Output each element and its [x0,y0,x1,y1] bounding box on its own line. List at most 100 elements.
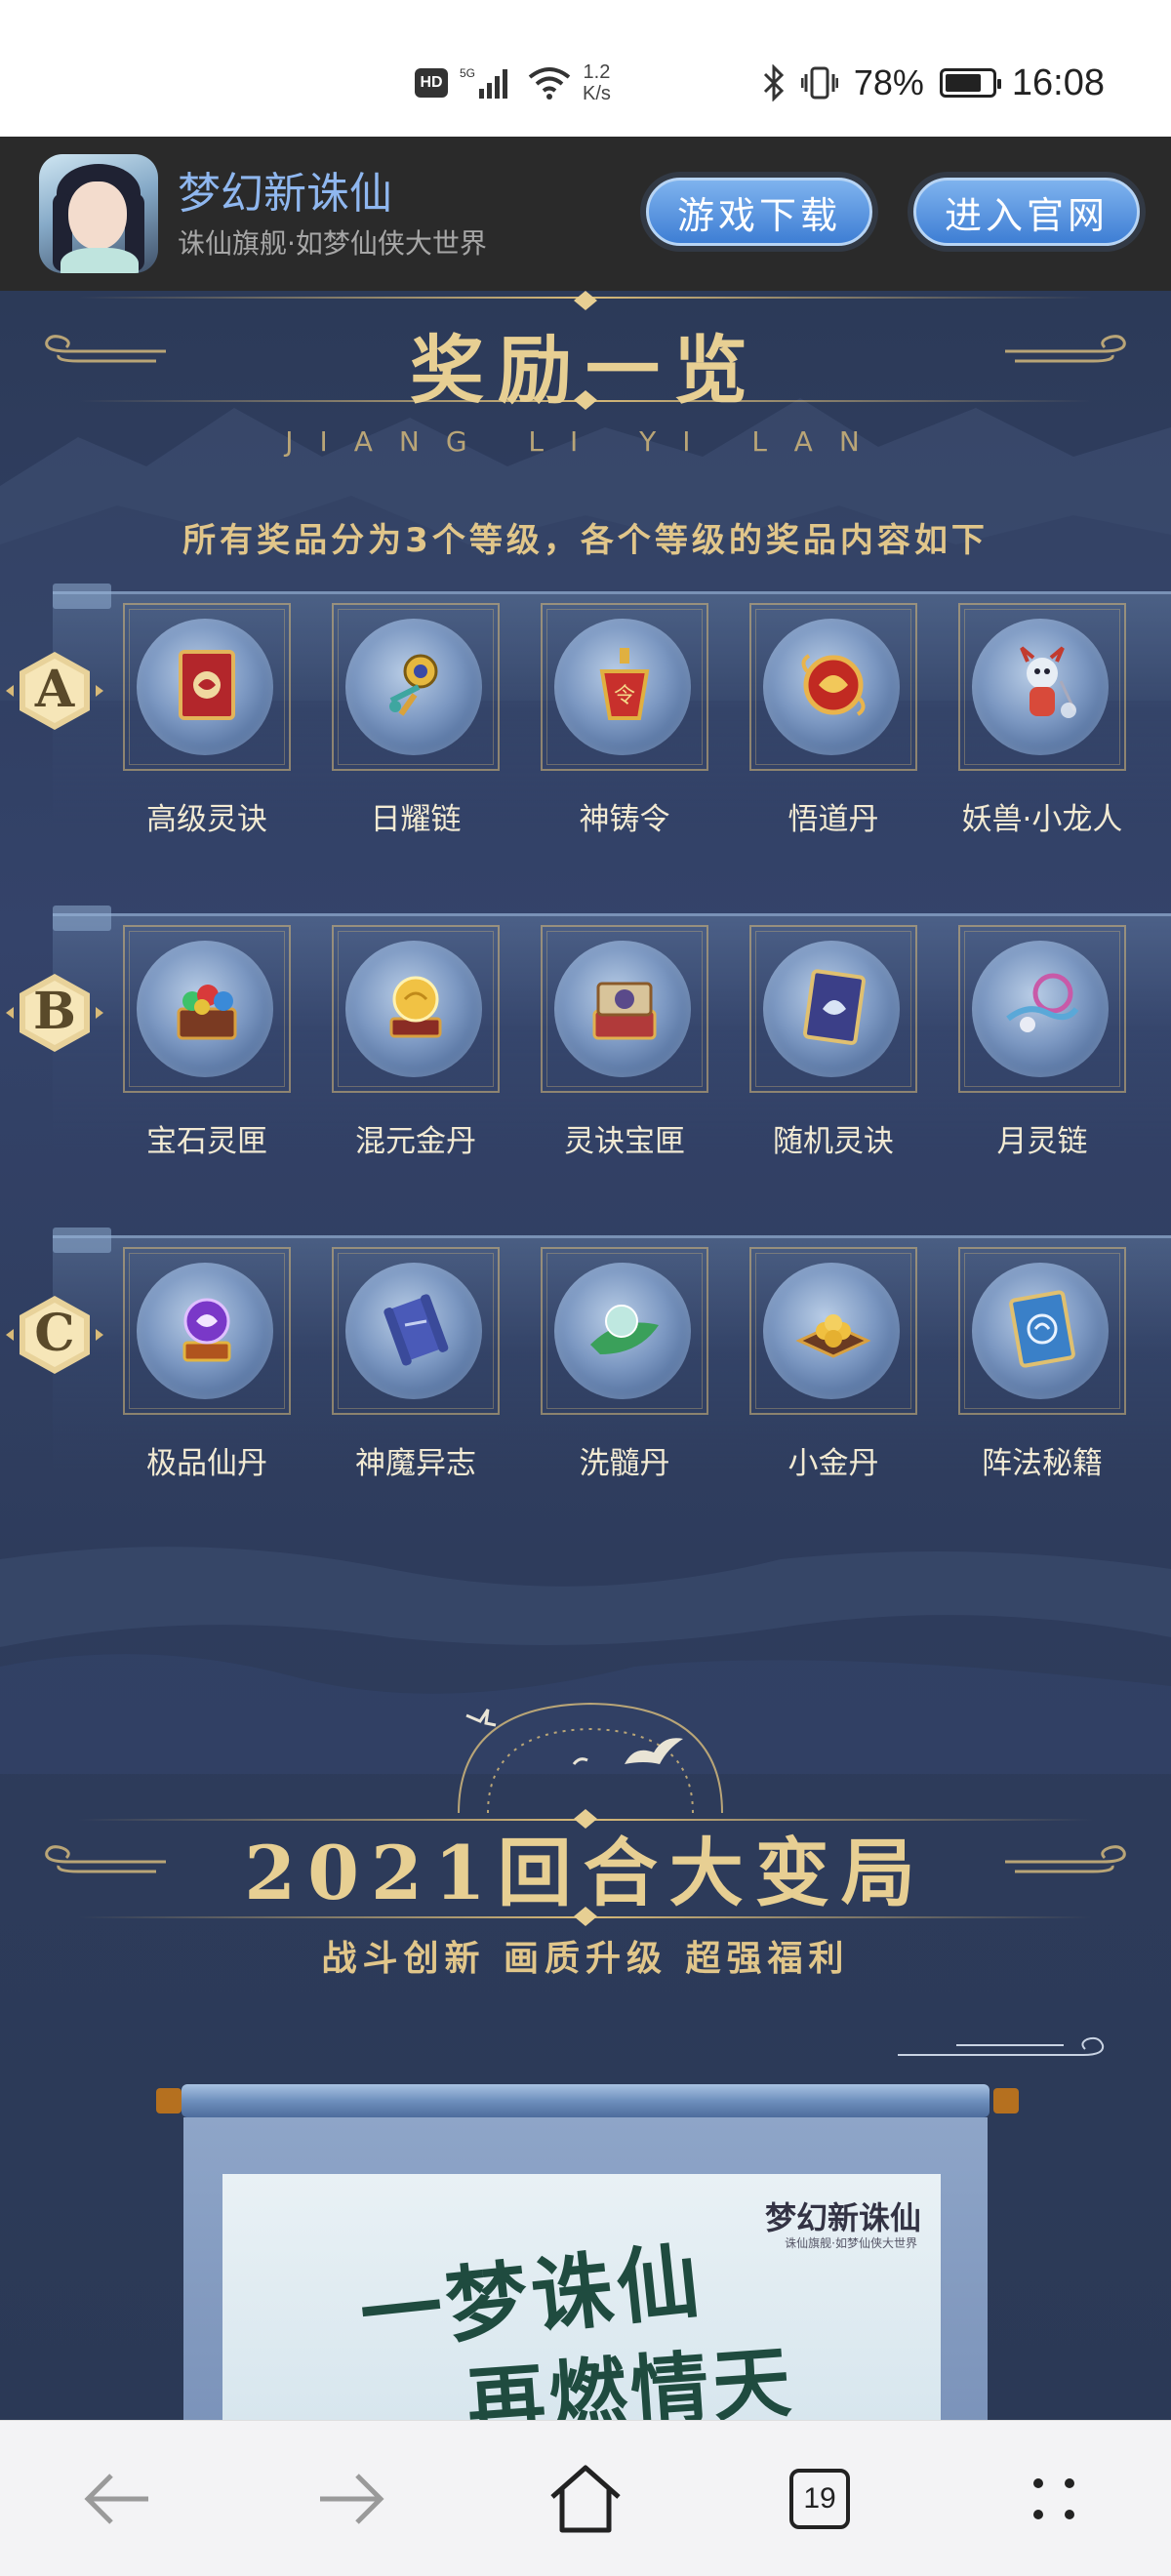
reward-item[interactable]: 宝石灵匣 [119,925,295,1179]
arrow-left-icon [6,1007,14,1019]
reward-item[interactable]: 妖兽·小龙人 [954,603,1130,857]
rewards-title: 奖励一览 [410,327,761,414]
reward-item[interactable]: 令神铸令 [537,603,712,857]
tier-tab [53,1228,111,1253]
array-book-icon [998,1286,1086,1374]
reward-item-label: 灵诀宝匣 [564,1124,685,1159]
arrow-right-icon [320,2474,384,2524]
reward-item-label: 阵法秘籍 [982,1446,1103,1481]
reward-item[interactable]: 月灵链 [954,925,1130,1179]
arrow-left-icon [84,2474,148,2524]
reward-item[interactable]: 随机灵诀 [746,925,921,1179]
book-box-icon [581,964,668,1052]
svg-text:令: 令 [614,684,635,708]
official-site-button[interactable]: 进入官网 [913,178,1140,246]
forward-button[interactable] [293,2440,410,2557]
reward-item-label: 洗髓丹 [579,1446,670,1481]
gold-chain-icon [372,642,460,730]
reward-item-label: 混元金丹 [355,1124,476,1159]
reward-item-label: 月灵链 [996,1124,1088,1159]
battery-fill [945,74,981,92]
reward-item-label: 日耀链 [370,802,462,837]
scroll-rod [182,2084,989,2117]
gem-chest-icon [163,964,251,1052]
reward-item[interactable]: 小金丹 [746,1247,921,1501]
more-dots-icon [1033,2478,1074,2519]
vibrate-icon [800,66,838,100]
svg-text:5G: 5G [460,66,475,80]
diamond-ornament-icon [574,291,597,310]
reward-item-label: 宝石灵匣 [146,1124,267,1159]
reward-item-label: 极品仙丹 [146,1446,267,1481]
reward-item-label: 神铸令 [579,802,670,837]
blue-book-icon [789,964,877,1052]
bluetooth-icon [763,64,784,101]
clock: 16:08 [1011,61,1105,103]
battery-percentage: 78% [853,62,924,102]
reward-item[interactable]: 悟道丹 [746,603,921,857]
tier-letter: A [34,660,75,719]
battery-icon [939,68,1001,98]
status-left: HD 5G 1.2 K/s [415,59,611,107]
browser-bottom-nav: 19 [0,2420,1171,2576]
cloud-swirl-small-icon [898,2036,1105,2056]
tier-badge: C [6,1296,103,1374]
scroll-rod-end-left [156,2088,182,2113]
app-title: 梦幻新诛仙 [178,169,392,219]
menu-button[interactable] [995,2440,1112,2557]
scroll-rod-end-right [993,2088,1019,2113]
arrow-right-icon [96,685,103,697]
poster-logo: 梦幻新诛仙 [764,2199,921,2236]
home-button[interactable] [527,2440,644,2557]
network-speed: 1.2 K/s [583,61,611,104]
status-bar: HD 5G 1.2 K/s 78% 16:08 [0,0,1171,137]
reward-item[interactable]: 灵诀宝匣 [537,925,712,1179]
reward-item[interactable]: 极品仙丹 [119,1247,295,1501]
tier-letter: B [33,982,76,1041]
app-banner: 梦幻新诛仙 诛仙旗舰·如梦仙侠大世界 游戏下载 进入官网 [0,137,1171,291]
reward-item[interactable]: 高级灵诀 [119,603,295,857]
poster-logo-subtitle: 诛仙旗舰·如梦仙侠大世界 [785,2236,917,2250]
tier-letter: C [34,1304,75,1363]
purple-pill-icon [163,1286,251,1374]
red-token-icon: 令 [581,642,668,730]
reward-tier-c: C 极品仙丹 神魔异志 洗髓丹 小金丹 阵法秘籍 [0,1228,1171,1520]
reward-item-label: 神魔异志 [355,1446,476,1481]
moon-chain-icon [998,964,1086,1052]
tab-count: 19 [789,2469,850,2529]
scroll-icon [372,1286,460,1374]
status-right: 78% 16:08 [762,59,1105,107]
promo-poster[interactable]: 梦幻新诛仙 诛仙旗舰·如梦仙侠大世界 一梦诛仙 再燃情天 [222,2174,941,2420]
tier-badge: A [6,652,103,730]
app-icon[interactable] [39,154,158,273]
cellular-signal-icon: 5G [460,66,507,99]
wifi-icon [528,67,571,100]
reward-item[interactable]: 洗髓丹 [537,1247,712,1501]
tabs-button[interactable]: 19 [761,2440,878,2557]
hd-badge: HD [415,68,448,98]
arrow-left-icon [6,685,14,697]
events-subtitle: 战斗创新 画质升级 超强福利 [321,1939,850,1979]
home-icon [550,2465,621,2533]
back-button[interactable] [59,2440,176,2557]
tier-tab [53,584,111,609]
rewards-pinyin: JIANG LI YI LAN [285,425,886,458]
reward-item-label: 悟道丹 [787,802,879,837]
tier-badge: B [6,974,103,1052]
reward-item[interactable]: 日耀链 [328,603,504,857]
reward-item[interactable]: 阵法秘籍 [954,1247,1130,1501]
jade-pill-icon [581,1286,668,1374]
reward-item[interactable]: 混元金丹 [328,925,504,1179]
gold-pills-icon [789,1286,877,1374]
main-content: 奖励一览 JIANG LI YI LAN 所有奖品分为3个等级，各个等级的奖品内… [0,291,1171,2420]
reward-item[interactable]: 神魔异志 [328,1247,504,1501]
game-download-button[interactable]: 游戏下载 [646,178,872,246]
arrow-left-icon [6,1329,14,1341]
reward-item-label: 随机灵诀 [773,1124,894,1159]
dragon-pet-icon [998,642,1086,730]
network-speed-unit: K/s [583,83,611,104]
reward-tier-a: A 高级灵诀 日耀链令神铸令 悟道丹 妖兽·小龙人 [0,584,1171,876]
tier-tab [53,906,111,931]
reward-item-label: 小金丹 [787,1446,879,1481]
rewards-description: 所有奖品分为3个等级，各个等级的奖品内容如下 [182,521,989,560]
